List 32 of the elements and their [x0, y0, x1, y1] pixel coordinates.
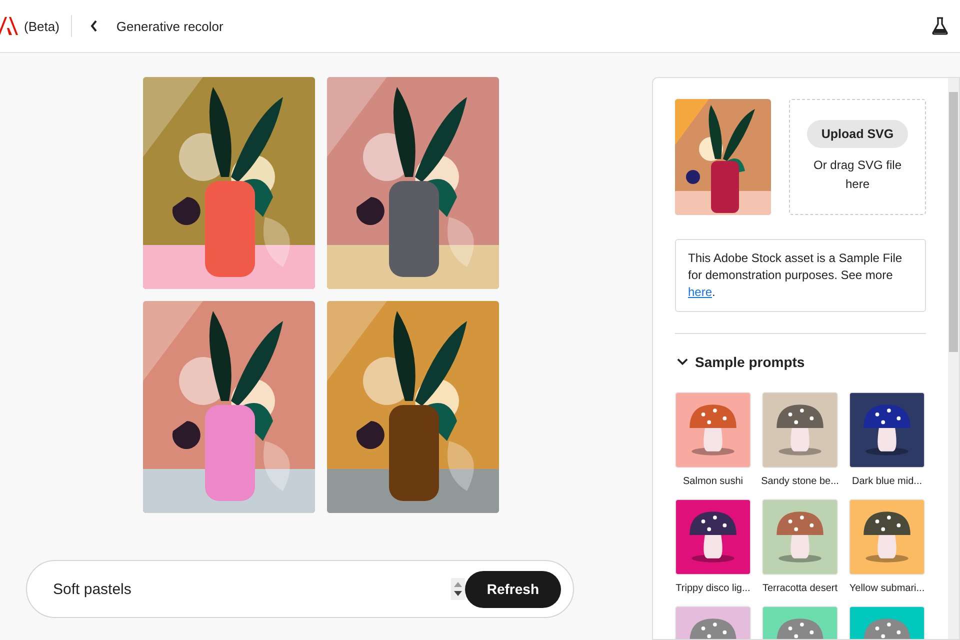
sample-prompts-toggle[interactable]: Sample prompts [675, 350, 807, 374]
scrollbar[interactable] [948, 78, 959, 639]
mushroom-thumbnail-drawing[interactable] [675, 392, 751, 468]
stepper-icon[interactable] [450, 578, 465, 600]
logo-icon [0, 17, 18, 35]
upload-svg-button[interactable]: Upload SVG [807, 120, 908, 148]
drop-hint: Or drag SVG file here [812, 157, 902, 193]
mushroom-thumbnail-drawing[interactable] [762, 499, 838, 575]
prompt-label: Terracotta desert [762, 583, 838, 594]
mushroom-thumbnail-drawing[interactable] [675, 499, 751, 575]
recolored-artwork-drawing[interactable] [327, 301, 499, 513]
recolored-artwork-drawing[interactable] [143, 77, 315, 289]
prompt-label: Sandy stone be... [761, 476, 839, 487]
upload-drop-zone[interactable]: Upload SVG Or drag SVG file here [789, 99, 926, 215]
here-link[interactable]: here [688, 285, 712, 299]
prompt-label: Trippy disco lig... [676, 583, 750, 594]
prompt-field[interactable]: Soft pastels Refresh [26, 560, 574, 618]
chevron-left-icon [90, 20, 98, 32]
mushroom-thumbnail-drawing[interactable] [849, 392, 925, 468]
page-title: Generative recolor [116, 18, 224, 34]
mushroom-thumbnail-drawing[interactable] [849, 499, 925, 575]
mushroom-thumbnail-drawing[interactable] [762, 392, 838, 468]
recolored-artwork-drawing[interactable] [327, 77, 499, 289]
chevron-icon [677, 358, 688, 366]
flask-icon[interactable] [932, 17, 948, 35]
refresh-button[interactable]: Refresh [464, 570, 561, 608]
sample-file-notice: This Adobe Stock asset is a Sample File for demonstration purposes. See more here. [675, 239, 926, 312]
recolored-artwork-drawing[interactable] [143, 301, 315, 513]
prompt-label: Salmon sushi [682, 476, 744, 487]
prompt-label: Yellow submari... [849, 583, 925, 594]
beta-label: (Beta) [24, 18, 60, 34]
prompt-label: Dark blue mid... [852, 476, 922, 487]
